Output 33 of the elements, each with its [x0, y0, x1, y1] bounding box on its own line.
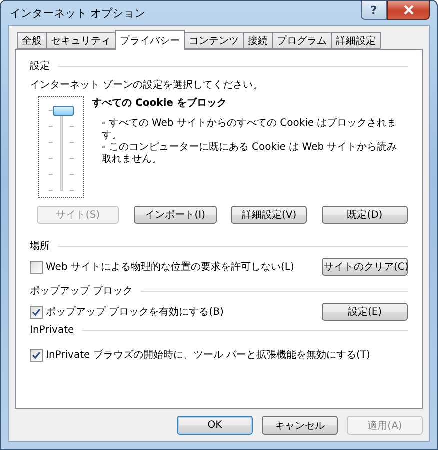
window-title: インターネット オプション: [9, 6, 146, 20]
tab[interactable]: 接続: [243, 32, 273, 49]
level-title: すべての Cookie をブロック: [92, 96, 228, 110]
help-button[interactable]: ?: [361, 1, 387, 20]
section-heading: ポップアップ ブロック: [30, 284, 134, 298]
instruction-text: インターネット ゾーンの設定を選択してください。: [30, 78, 264, 92]
close-button[interactable]: [387, 1, 430, 20]
checkmark-icon: [32, 308, 41, 316]
tab[interactable]: プライバシー: [115, 30, 185, 50]
level-description: - すべての Web サイトからのすべての Cookie はブロックされます。: [102, 118, 398, 142]
settings-button[interactable]: 詳細設定(V): [231, 206, 308, 224]
tab[interactable]: セキュリティ: [46, 32, 116, 49]
checkbox-box[interactable]: [30, 260, 43, 274]
section-heading: 設定: [30, 60, 50, 73]
dialog-button[interactable]: OK: [177, 416, 253, 435]
privacy-slider[interactable]: [38, 96, 84, 198]
section-heading: 場所: [30, 240, 50, 253]
clear-sites-button[interactable]: サイトのクリア(C): [322, 258, 408, 276]
settings-button[interactable]: インポート(I): [134, 206, 217, 224]
settings-button[interactable]: 既定(D): [322, 206, 408, 224]
checkbox-box[interactable]: [30, 306, 43, 318]
checkbox-box[interactable]: [30, 348, 43, 362]
checkmark-icon: [32, 350, 41, 360]
tab[interactable]: 詳細設定: [331, 32, 381, 49]
tab[interactable]: コンテンツ: [184, 32, 244, 49]
dialog-button[interactable]: キャンセル: [262, 416, 338, 435]
slider-thumb[interactable]: [53, 106, 74, 116]
section-heading: InPrivate: [30, 324, 74, 336]
popup-settings-button[interactable]: 設定(E): [322, 303, 408, 321]
close-icon: [402, 5, 414, 15]
level-description: - このコンピューターに既にある Cookie は Web サイトから読み取れません。: [102, 142, 398, 166]
tab[interactable]: プログラム: [272, 32, 332, 49]
tab[interactable]: 全般: [17, 32, 47, 49]
